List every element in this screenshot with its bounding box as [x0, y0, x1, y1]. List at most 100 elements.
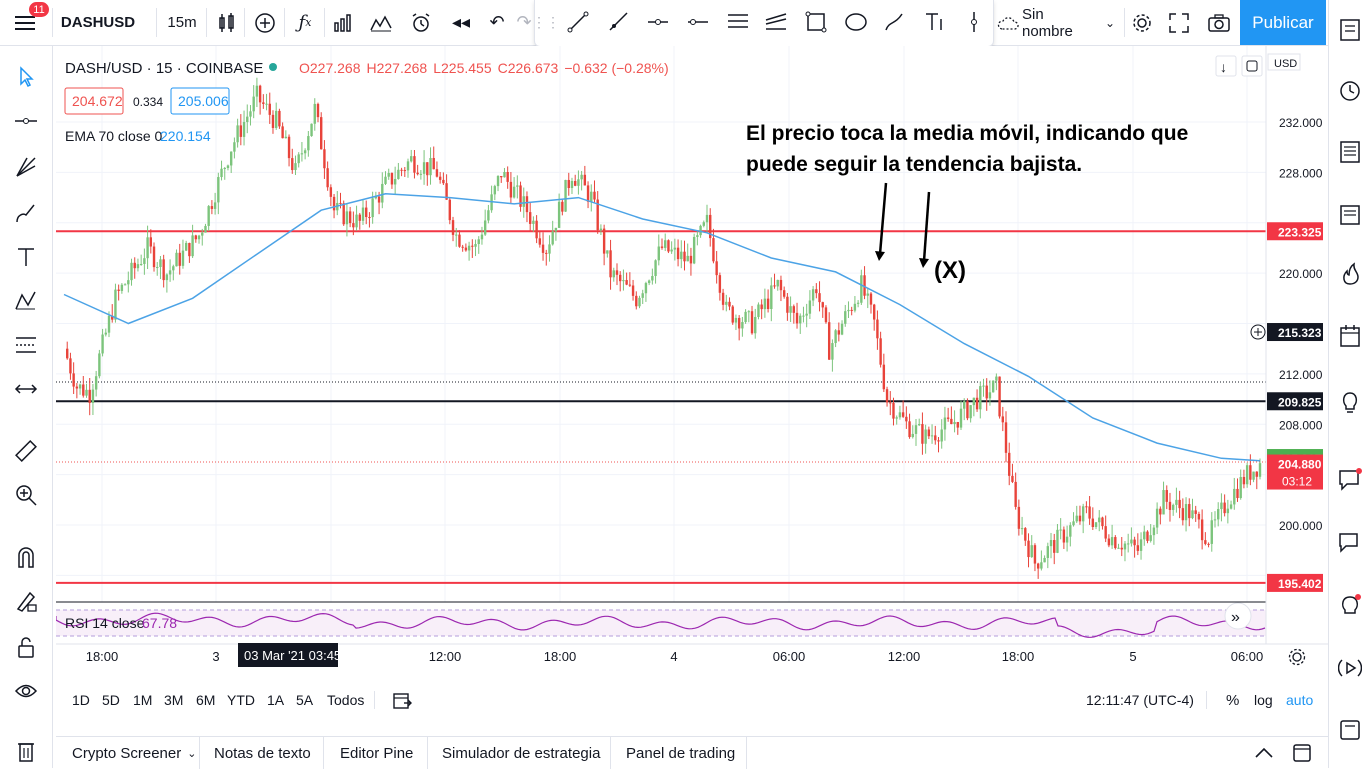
news-icon[interactable] [1336, 198, 1364, 230]
top-toolbar: 11 DASHUSD 15m ƒx ◂◂ ↶ ↷ ⋮⋮ Sin nombre ⌄… [0, 0, 1366, 47]
drag-handle-icon[interactable]: ⋮⋮ [532, 0, 560, 44]
auto-toggle[interactable]: auto [1286, 684, 1313, 716]
help-icon[interactable] [1336, 714, 1364, 746]
pattern-icon[interactable] [8, 284, 44, 318]
notifications-bulb-icon[interactable] [1336, 590, 1364, 622]
percent-toggle[interactable]: % [1226, 684, 1239, 716]
eye-icon[interactable] [8, 674, 44, 708]
templates-icon[interactable] [364, 0, 398, 45]
tab-text-notes[interactable]: Notas de texto [214, 737, 311, 769]
financials-icon[interactable] [326, 0, 360, 45]
candles-icon[interactable] [210, 0, 244, 45]
compare-add-icon[interactable] [248, 0, 282, 45]
clock-timezone[interactable]: 12:11:47 (UTC-4) [1086, 684, 1194, 716]
gann-fib-icon[interactable] [8, 150, 44, 184]
undo-icon[interactable]: ↶ [482, 0, 512, 45]
text-tool-icon[interactable] [915, 0, 953, 44]
horizontal-ray-icon[interactable] [639, 0, 677, 44]
candle-body [1001, 416, 1004, 423]
tab-crypto-screener[interactable]: Crypto Screener ⌄ [72, 737, 196, 769]
candle-body [1030, 545, 1033, 558]
prediction-icon[interactable] [8, 328, 44, 362]
lock-drawings-icon[interactable] [8, 584, 44, 618]
tab-trading-panel[interactable]: Panel de trading [626, 737, 735, 769]
parallel-channel-icon[interactable] [719, 0, 757, 44]
symbol-search[interactable]: DASHUSD [60, 0, 136, 45]
candle-body [345, 211, 349, 225]
candle-body [287, 136, 291, 159]
rectangle-icon[interactable] [797, 0, 835, 44]
tab-crypto-screener-label: Crypto Screener [72, 744, 182, 762]
fullscreen-icon[interactable] [1162, 0, 1196, 45]
camera-icon[interactable] [1202, 0, 1236, 45]
maximize-pane-button[interactable] [1241, 55, 1263, 77]
data-window-icon[interactable] [1336, 136, 1364, 168]
time-axis-label: 18:00 [86, 649, 119, 664]
ruler-icon[interactable] [8, 434, 44, 468]
range-5d[interactable]: 5D [102, 684, 120, 716]
alert-icon[interactable] [404, 0, 438, 45]
publish-button[interactable]: Publicar [1240, 0, 1326, 45]
zoom-in-icon[interactable] [8, 478, 44, 512]
candle-body [831, 343, 834, 360]
tab-strategy-tester[interactable]: Simulador de estrategia [442, 737, 600, 769]
price-tick-label: 200.000 [1279, 519, 1323, 533]
chevron-up-icon[interactable] [1254, 737, 1274, 769]
ideas-lightbulb-icon[interactable] [1336, 386, 1364, 418]
hotlist-flame-icon[interactable] [1336, 258, 1364, 290]
vertical-line-icon[interactable] [955, 0, 993, 44]
trend-line-icon[interactable] [559, 0, 597, 44]
watchlist-icon[interactable] [1336, 14, 1364, 46]
text-icon[interactable] [8, 240, 44, 274]
range-6m[interactable]: 6M [196, 684, 215, 716]
range-1d[interactable]: 1D [72, 684, 90, 716]
measure-arrows-icon[interactable] [8, 372, 44, 406]
candle-body [213, 202, 217, 209]
candle-body [644, 283, 648, 294]
candle-body [66, 348, 69, 359]
candle-body [1210, 520, 1213, 544]
ray-icon[interactable] [599, 0, 637, 44]
chart-pane[interactable]: El precio toca la media móvil, indicando… [55, 46, 1328, 676]
ellipse-icon[interactable] [837, 0, 875, 44]
range-1a[interactable]: 1A [267, 684, 284, 716]
candle-body [953, 422, 956, 425]
chart-settings-gear-icon[interactable] [1288, 648, 1306, 666]
magnet-icon[interactable] [8, 540, 44, 574]
fib-channel-icon[interactable] [757, 0, 795, 44]
price-chart[interactable]: El precio toca la media móvil, indicando… [55, 46, 1328, 676]
range-ytd[interactable]: YTD [227, 684, 255, 716]
range-3m[interactable]: 3M [164, 684, 183, 716]
trash-icon[interactable] [8, 734, 44, 768]
maximize-panel-icon[interactable] [1292, 737, 1312, 769]
interval-selector[interactable]: 15m [160, 0, 204, 45]
range-all[interactable]: Todos [327, 684, 364, 716]
double-chevron-right-icon: » [1231, 609, 1240, 626]
candle-body [522, 196, 525, 207]
chat-icon[interactable] [1336, 464, 1364, 496]
settings-gear-icon[interactable] [1126, 0, 1158, 45]
brush-tool-icon[interactable] [8, 196, 44, 230]
candle-body [538, 238, 542, 245]
layout-name[interactable]: Sin nombre [1022, 0, 1098, 45]
log-toggle[interactable]: log [1254, 684, 1273, 716]
horizontal-line-icon[interactable] [679, 0, 717, 44]
chevron-down-icon[interactable]: ⌄ [1100, 0, 1120, 45]
candle-body [197, 235, 201, 240]
broadcast-play-icon[interactable] [1336, 652, 1364, 684]
brush-icon[interactable] [875, 0, 913, 44]
indicators-icon[interactable]: ƒx [288, 0, 322, 45]
candle-body [223, 168, 226, 170]
cursor-icon[interactable] [8, 60, 44, 94]
range-1m[interactable]: 1M [133, 684, 152, 716]
calendar-icon[interactable] [1336, 320, 1364, 352]
candle-body [995, 376, 998, 381]
date-range-icon[interactable] [392, 684, 412, 716]
lock-icon[interactable] [8, 630, 44, 664]
trend-line-tool-icon[interactable] [8, 104, 44, 138]
range-5a[interactable]: 5A [296, 684, 313, 716]
messages-icon[interactable] [1336, 526, 1364, 558]
replay-icon[interactable]: ◂◂ [444, 0, 478, 45]
tab-pine-editor[interactable]: Editor Pine [340, 737, 413, 769]
alerts-clock-icon[interactable] [1336, 74, 1364, 106]
